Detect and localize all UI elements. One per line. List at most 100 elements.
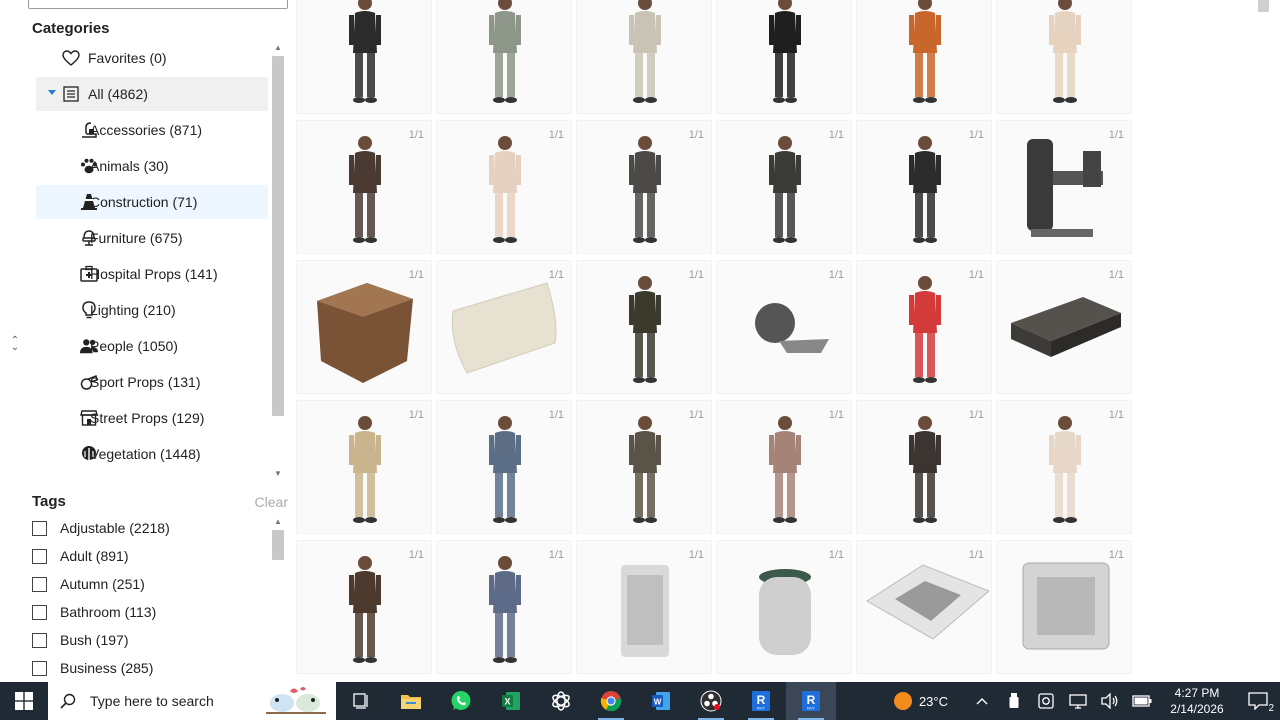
chatgpt-button[interactable] — [536, 682, 586, 720]
scroll-down-arrow-icon[interactable]: ▼ — [273, 470, 283, 478]
asset-tile[interactable]: 1/1 — [996, 260, 1132, 394]
tag-item[interactable]: Bathroom (113) — [32, 602, 156, 622]
asset-tile[interactable]: 1/1 — [716, 540, 852, 674]
word-button[interactable]: W — [636, 682, 686, 720]
asset-tile[interactable] — [576, 0, 712, 114]
tag-checkbox[interactable] — [32, 604, 47, 620]
show-hidden-icons-button[interactable] — [966, 682, 998, 720]
asset-tile[interactable]: 1/1 — [856, 260, 992, 394]
asset-tile[interactable]: 1/1 — [856, 540, 992, 674]
asset-tile[interactable]: 1/1 — [576, 540, 712, 674]
category-sport-props[interactable]: Sport Props (131) — [36, 365, 268, 399]
asset-tile[interactable]: 1/1 — [716, 120, 852, 254]
asset-tile[interactable]: 1/1 — [296, 260, 432, 394]
expand-caret-icon[interactable] — [48, 90, 56, 95]
tag-checkbox[interactable] — [32, 576, 47, 592]
scroll-up-arrow-icon[interactable]: ▲ — [273, 44, 283, 52]
category-people[interactable]: People (1050) — [36, 329, 268, 363]
scroll-up-arrow-icon[interactable]: ▲ — [273, 518, 283, 526]
asset-thumbnail — [1011, 297, 1121, 357]
tag-checkbox[interactable] — [32, 632, 47, 648]
excel-button[interactable]: X — [486, 682, 536, 720]
category-favorites[interactable]: Favorites (0) — [36, 41, 268, 75]
battery-button[interactable] — [1126, 682, 1158, 720]
tag-checkbox[interactable] — [32, 660, 47, 676]
taskbar-search-box[interactable]: Type here to search — [48, 682, 336, 720]
scrollbar-thumb[interactable] — [1258, 0, 1269, 12]
obs-button[interactable] — [686, 682, 736, 720]
asset-tile[interactable] — [996, 0, 1132, 114]
asset-tile[interactable]: 1/1 — [996, 120, 1132, 254]
asset-tile[interactable]: 1/1 — [296, 120, 432, 254]
tag-item[interactable]: Bush (197) — [32, 630, 128, 650]
weather-sun-icon[interactable] — [893, 691, 913, 711]
tray-app-button[interactable] — [1030, 682, 1062, 720]
search-highlight-birds-icon[interactable] — [260, 685, 332, 717]
asset-tile[interactable]: 1/1 — [856, 400, 992, 534]
usb-device-button[interactable] — [998, 682, 1030, 720]
tag-item[interactable]: Adjustable (2218) — [32, 518, 170, 538]
list-icon — [62, 85, 80, 103]
asset-tile[interactable]: 1/1 — [996, 400, 1132, 534]
asset-tile[interactable]: 1/1 — [436, 540, 572, 674]
category-vegetation[interactable]: Vegetation (1448) — [36, 437, 268, 471]
traffic-cone-icon — [80, 193, 98, 211]
asset-tile[interactable]: 1/1 — [576, 400, 712, 534]
asset-tile[interactable]: 1/1 — [716, 260, 852, 394]
asset-thumbnail — [769, 136, 801, 243]
chrome-button[interactable] — [586, 682, 636, 720]
asset-tile[interactable]: 1/1 — [436, 120, 572, 254]
variant-count: 1/1 — [408, 269, 424, 281]
asset-tile[interactable] — [716, 0, 852, 114]
notification-center-button[interactable]: 2 — [1236, 682, 1280, 720]
asset-tile[interactable]: 1/1 — [436, 260, 572, 394]
asset-thumbnail — [349, 556, 381, 663]
page-scrollbar[interactable] — [1256, 0, 1270, 682]
category-lighting[interactable]: Lighting (210) — [36, 293, 268, 327]
asset-tile[interactable]: 1/1 — [996, 540, 1132, 674]
tag-checkbox[interactable] — [32, 520, 47, 536]
asset-tile[interactable] — [856, 0, 992, 114]
clear-tags-button[interactable]: Clear — [255, 494, 288, 510]
scrollbar-thumb[interactable] — [272, 530, 284, 560]
search-icon — [60, 693, 76, 709]
system-clock[interactable]: 4:27 PM 2/14/2026 — [1158, 685, 1236, 717]
category-label: Favorites (0) — [88, 50, 167, 66]
tag-item[interactable]: Autumn (251) — [32, 574, 145, 594]
windows-start-button[interactable] — [0, 682, 48, 720]
tag-item[interactable]: Business (285) — [32, 658, 153, 678]
tag-item[interactable]: Adult (891) — [32, 546, 128, 566]
category-furniture[interactable]: Furniture (675) — [36, 221, 268, 255]
revit-button[interactable]: R RVT — [736, 682, 786, 720]
category-construction[interactable]: Construction (71) — [36, 185, 268, 219]
asset-tile[interactable]: 1/1 — [576, 120, 712, 254]
asset-tile[interactable] — [296, 0, 432, 114]
whatsapp-button[interactable] — [436, 682, 486, 720]
collapse-chevron-icon[interactable]: ⌃ ⌄ — [8, 336, 22, 353]
asset-tile[interactable]: 1/1 — [436, 400, 572, 534]
category-all[interactable]: All (4862) — [36, 77, 268, 111]
asset-tile[interactable] — [436, 0, 572, 114]
weather-temperature[interactable]: 23°C — [919, 694, 948, 709]
tag-checkbox[interactable] — [32, 548, 47, 564]
search-field[interactable] — [28, 0, 288, 9]
asset-tile[interactable]: 1/1 — [296, 540, 432, 674]
file-explorer-button[interactable] — [386, 682, 436, 720]
categories-scrollbar[interactable]: ▲ ▼ — [270, 42, 286, 482]
scrollbar-thumb[interactable] — [272, 56, 284, 416]
asset-tile[interactable]: 1/1 — [576, 260, 712, 394]
revit-button-active[interactable]: R RVT — [786, 682, 836, 720]
network-button[interactable] — [1062, 682, 1094, 720]
tags-scrollbar[interactable]: ▲ — [270, 514, 286, 682]
task-view-button[interactable] — [336, 682, 386, 720]
asset-tile[interactable]: 1/1 — [716, 400, 852, 534]
category-animals[interactable]: Animals (30) — [36, 149, 268, 183]
paw-icon — [80, 157, 98, 175]
asset-tile[interactable]: 1/1 — [856, 120, 992, 254]
volume-button[interactable] — [1094, 682, 1126, 720]
category-accessories[interactable]: Accessories (871) — [36, 113, 268, 147]
tag-label: Adjustable (2218) — [60, 520, 170, 536]
category-street-props[interactable]: Street Props (129) — [36, 401, 268, 435]
asset-tile[interactable]: 1/1 — [296, 400, 432, 534]
category-hospital-props[interactable]: Hospital Props (141) — [36, 257, 268, 291]
